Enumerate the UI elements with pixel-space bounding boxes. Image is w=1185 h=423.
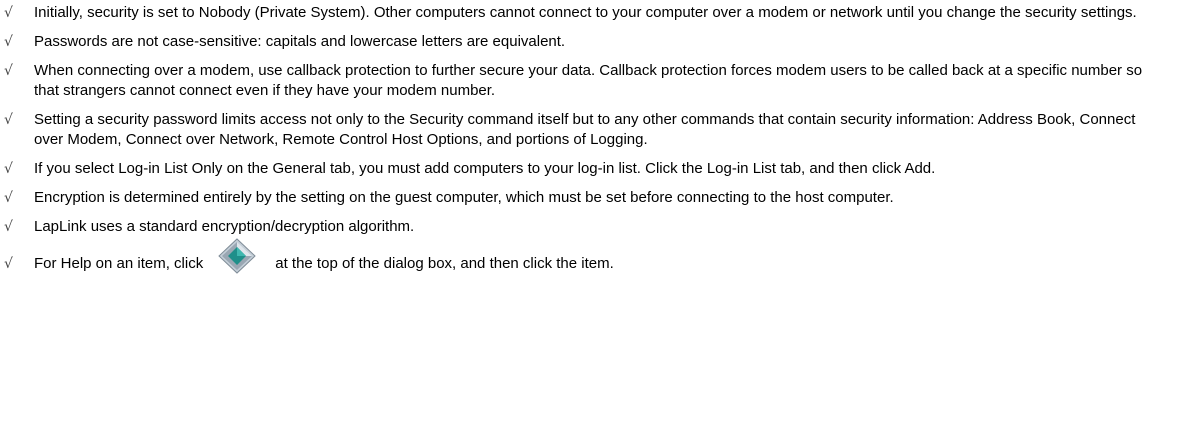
tip-text: When connecting over a modem, use callba… xyxy=(34,62,1143,99)
tip-text: LapLink uses a standard encryption/decry… xyxy=(34,218,415,235)
help-tip-item: √ For Help on an item, click at the top … xyxy=(0,238,1185,282)
tip-text: Initially, security is set to Nobody (Pr… xyxy=(34,4,1137,21)
tip-item: √ Setting a security password limits acc… xyxy=(0,110,1185,150)
help-tip-text-after: at the top of the dialog box, and then c… xyxy=(275,255,614,272)
checkmark-bullet: √ xyxy=(4,5,13,21)
tip-item: √ Passwords are not case-sensitive: capi… xyxy=(0,32,1185,52)
checkmark-bullet: √ xyxy=(4,256,13,272)
help-tip-text: For Help on an item, click at the top of… xyxy=(34,238,614,282)
tip-text: If you select Log-in List Only on the Ge… xyxy=(34,160,936,177)
tip-item: √ LapLink uses a standard encryption/dec… xyxy=(0,217,1185,237)
context-help-diamond-icon[interactable] xyxy=(217,238,257,274)
help-tip-text-before: For Help on an item, click xyxy=(34,255,204,272)
security-tips-list: √ Initially, security is set to Nobody (… xyxy=(0,0,1185,282)
tip-item: √ Initially, security is set to Nobody (… xyxy=(0,3,1185,23)
tip-item: √ If you select Log-in List Only on the … xyxy=(0,159,1185,179)
tip-item: √ Encryption is determined entirely by t… xyxy=(0,188,1185,208)
checkmark-bullet: √ xyxy=(4,190,13,206)
tip-text: Passwords are not case-sensitive: capita… xyxy=(34,33,566,50)
tip-item: √ When connecting over a modem, use call… xyxy=(0,61,1185,101)
checkmark-bullet: √ xyxy=(4,34,13,50)
tip-text: Setting a security password limits acces… xyxy=(34,111,1136,148)
checkmark-bullet: √ xyxy=(4,63,13,79)
checkmark-bullet: √ xyxy=(4,219,13,235)
checkmark-bullet: √ xyxy=(4,161,13,177)
tip-text: Encryption is determined entirely by the… xyxy=(34,189,894,206)
checkmark-bullet: √ xyxy=(4,112,13,128)
